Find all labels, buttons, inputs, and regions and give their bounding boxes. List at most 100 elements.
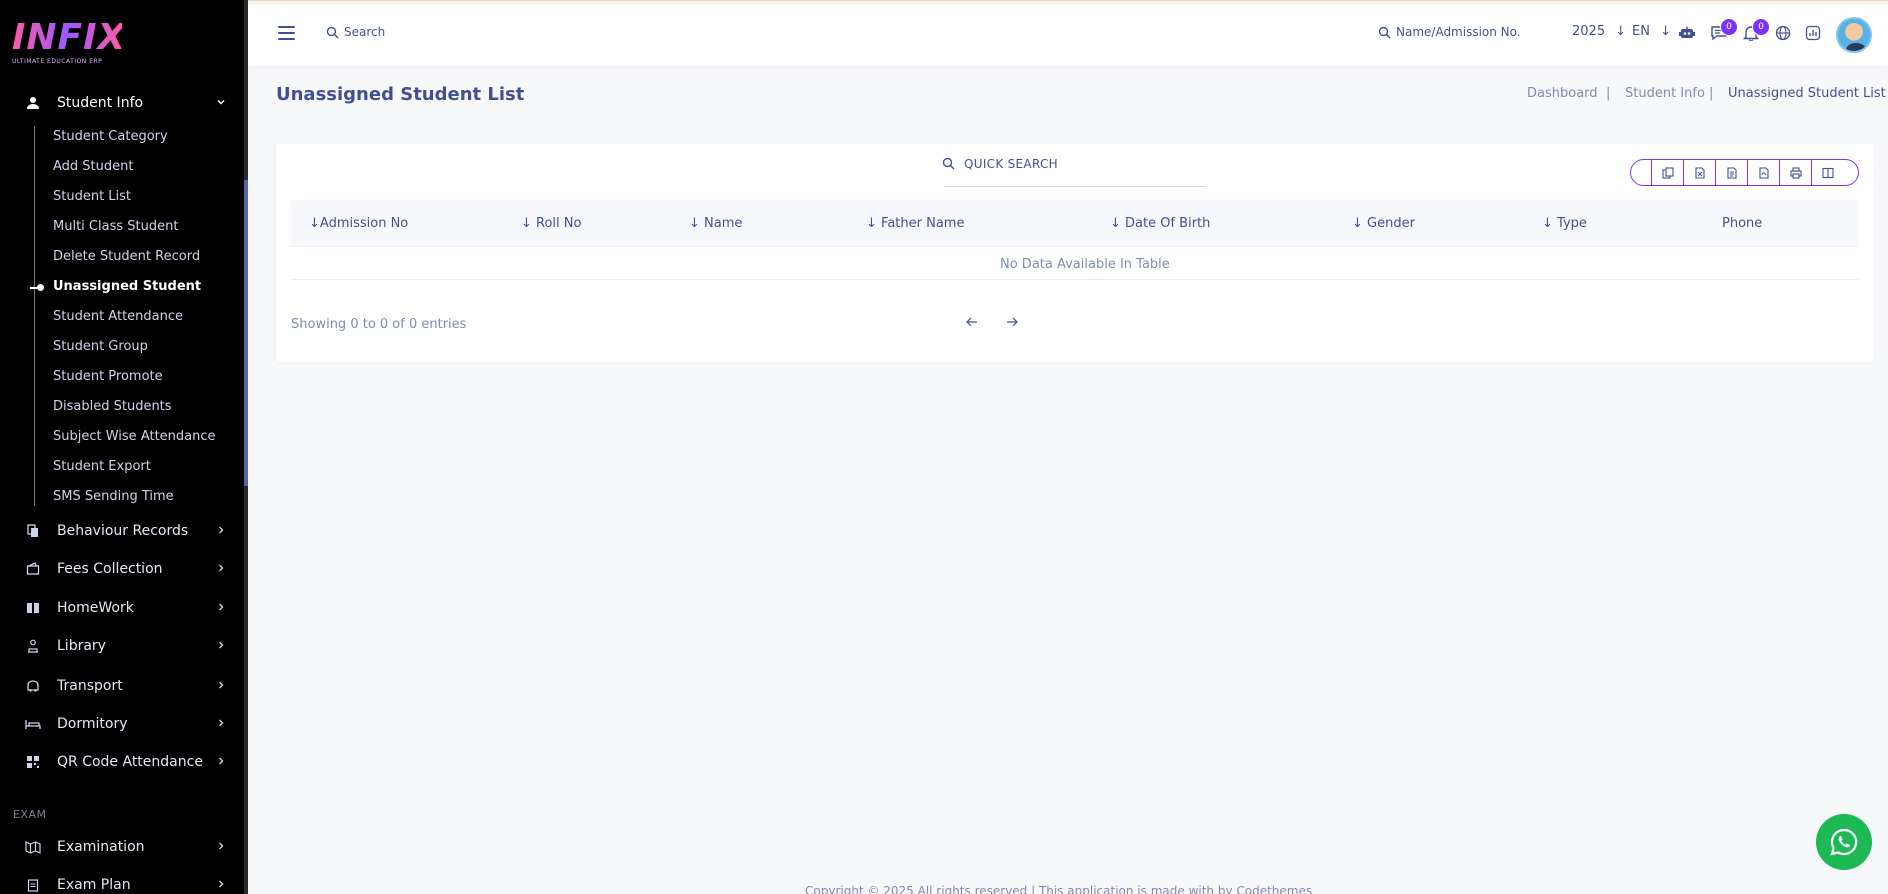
sidebar-subitem-student-promote[interactable]: Student Promote — [53, 366, 163, 388]
column-label: Admission No — [319, 216, 409, 231]
robot-icon[interactable] — [1676, 22, 1698, 44]
search-icon — [326, 26, 339, 43]
sidebar-subitem-subject-wise-attendance[interactable]: Subject Wise Attendance — [53, 426, 216, 448]
sidebar-subitem-multi-class-student[interactable]: Multi Class Student — [53, 216, 178, 238]
sidebar-item-label: Transport — [57, 678, 123, 694]
logo-subtitle: ULTIMATE EDUCATION ERP — [12, 58, 103, 65]
csv-button[interactable] — [1715, 160, 1747, 185]
column-header-date-of-birth[interactable]: ↓ Date Of Birth — [1110, 216, 1210, 231]
reader-icon — [25, 638, 41, 654]
column-header-gender[interactable]: ↓ Gender — [1352, 216, 1415, 231]
academic-year-value: 2025 — [1572, 24, 1606, 39]
breadcrumb-dashboard[interactable]: Dashboard — [1527, 86, 1598, 101]
table-info: Showing 0 to 0 of 0 entries — [291, 317, 467, 332]
footer-copyright: Copyright © 2025 All rights reserved | T… — [805, 884, 1313, 894]
hamburger-menu-icon[interactable] — [278, 26, 295, 40]
sidebar-item-label: Student Info — [57, 95, 144, 111]
breadcrumb-student-info[interactable]: Student Info — [1625, 86, 1705, 101]
sidebar-item-fees-collection[interactable]: Fees Collection — [0, 552, 244, 586]
wallet-icon — [25, 561, 41, 577]
sidebar-subitem-student-group[interactable]: Student Group — [53, 336, 148, 358]
breadcrumb-separator: | — [1709, 86, 1714, 101]
chevron-right-icon — [216, 602, 226, 615]
previous-page-icon[interactable] — [966, 314, 978, 332]
page-title: Unassigned Student List — [276, 84, 525, 105]
breadcrumb-separator: | — [1606, 86, 1611, 101]
column-header-name[interactable]: ↓ Name — [689, 216, 742, 231]
sidebar-item-dormitory[interactable]: Dormitory — [0, 707, 244, 741]
sidebar-subitem-delete-student-record[interactable]: Delete Student Record — [53, 246, 200, 268]
sidebar-item-transport[interactable]: Transport — [0, 669, 244, 703]
chevron-right-icon — [216, 718, 226, 731]
files-icon — [25, 523, 41, 539]
sidebar-item-examination[interactable]: Examination — [0, 830, 244, 864]
language-select[interactable]: EN ↓ — [1632, 24, 1671, 39]
sidebar-item-qr-code-attendance[interactable]: QR Code Attendance — [0, 745, 244, 779]
column-label: Roll No — [536, 216, 582, 231]
sidebar-subitem-sms-sending-time[interactable]: SMS Sending Time — [53, 486, 174, 508]
sidebar-item-label: Dormitory — [57, 716, 128, 732]
sidebar-subitem-student-category[interactable]: Student Category — [53, 126, 168, 148]
analytics-icon[interactable] — [1802, 22, 1824, 44]
chevron-right-icon — [216, 525, 226, 538]
column-header-type[interactable]: ↓ Type — [1542, 216, 1587, 231]
book-icon — [25, 600, 41, 616]
column-header-admission-no[interactable]: ↓Admission No — [309, 216, 408, 231]
sidebar-item-label: Library — [57, 638, 106, 654]
column-visibility-button[interactable] — [1811, 160, 1843, 185]
whatsapp-icon — [1830, 828, 1858, 856]
chevron-right-icon — [216, 879, 226, 892]
academic-year-select[interactable]: 2025 ↓ — [1572, 24, 1626, 39]
sidebar-scrollbar[interactable] — [244, 180, 248, 486]
sidebar-item-homework[interactable]: HomeWork — [0, 591, 244, 625]
search-icon — [942, 157, 955, 174]
column-label: Father Name — [881, 216, 965, 231]
empty-table-message: No Data Available In Table — [1000, 257, 1170, 272]
excel-button[interactable] — [1683, 160, 1715, 185]
export-toolbar — [1630, 159, 1859, 186]
globe-icon[interactable] — [1772, 22, 1794, 44]
column-header-phone[interactable]: Phone — [1722, 216, 1762, 231]
chevron-right-icon — [216, 841, 226, 854]
column-header-roll-no[interactable]: ↓ Roll No — [521, 216, 581, 231]
chevron-right-icon — [216, 563, 226, 576]
sidebar-item-exam-plan[interactable]: Exam Plan — [0, 868, 244, 894]
quick-search-input[interactable]: QUICK SEARCH — [964, 157, 1058, 171]
sidebar-item-behaviour-records[interactable]: Behaviour Records — [0, 514, 244, 548]
sidebar-item-student-info[interactable]: Student Info — [0, 86, 244, 120]
menu-search-input[interactable]: Search — [344, 25, 385, 39]
sidebar: INFIX ULTIMATE EDUCATION ERP Student Inf… — [0, 0, 248, 894]
language-value: EN — [1632, 24, 1650, 39]
arrow-down-icon: ↓ — [1615, 24, 1627, 39]
print-button[interactable] — [1779, 160, 1811, 185]
logo[interactable]: INFIX ULTIMATE EDUCATION ERP — [12, 17, 127, 68]
sidebar-subitem-unassigned-student[interactable]: Unassigned Student — [53, 276, 201, 298]
submenu-line — [34, 126, 35, 506]
column-label: Gender — [1367, 216, 1415, 231]
sidebar-section-exam: EXAM — [13, 808, 47, 821]
student-search-input[interactable]: Name/Admission No. — [1396, 25, 1521, 39]
map-icon — [25, 839, 41, 855]
next-page-icon[interactable] — [1006, 314, 1018, 332]
arrow-down-icon: ↓ — [1660, 24, 1671, 39]
sidebar-subitem-disabled-students[interactable]: Disabled Students — [53, 396, 172, 418]
active-indicator — [30, 284, 44, 291]
sidebar-subitem-student-list[interactable]: Student List — [53, 186, 131, 208]
whatsapp-button[interactable] — [1816, 814, 1872, 870]
copy-button[interactable] — [1651, 160, 1683, 185]
sidebar-item-library[interactable]: Library — [0, 629, 244, 663]
sidebar-item-label: Exam Plan — [57, 877, 131, 893]
sidebar-item-label: Behaviour Records — [57, 523, 189, 539]
logo-text: INFIX — [12, 17, 127, 58]
sidebar-subitem-student-export[interactable]: Student Export — [53, 456, 151, 478]
sidebar-subitem-student-attendance[interactable]: Student Attendance — [53, 306, 183, 328]
breadcrumb-current: Unassigned Student List — [1728, 86, 1886, 101]
chevron-down-icon — [216, 97, 226, 110]
bus-icon — [25, 678, 41, 694]
column-header-father-name[interactable]: ↓ Father Name — [866, 216, 964, 231]
sidebar-subitem-add-student[interactable]: Add Student — [53, 156, 133, 178]
chevron-right-icon — [216, 680, 226, 693]
user-avatar[interactable] — [1836, 17, 1872, 53]
sidebar-item-label: Fees Collection — [57, 561, 163, 577]
pdf-button[interactable] — [1747, 160, 1779, 185]
